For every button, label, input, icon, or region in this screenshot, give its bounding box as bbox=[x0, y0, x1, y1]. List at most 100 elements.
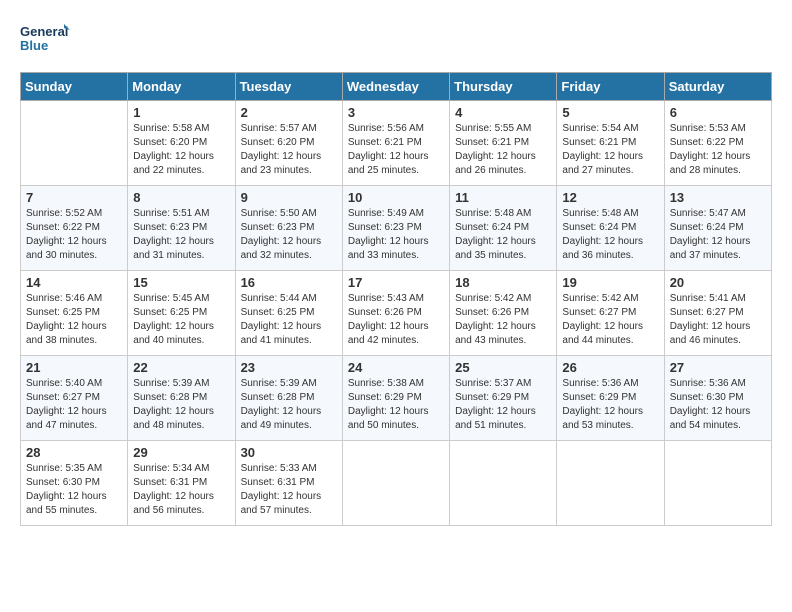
day-number: 2 bbox=[241, 105, 337, 120]
day-cell: 4 Sunrise: 5:55 AM Sunset: 6:21 PM Dayli… bbox=[450, 101, 557, 186]
week-row-4: 21 Sunrise: 5:40 AM Sunset: 6:27 PM Dayl… bbox=[21, 356, 772, 441]
day-number: 3 bbox=[348, 105, 444, 120]
day-cell: 24 Sunrise: 5:38 AM Sunset: 6:29 PM Dayl… bbox=[342, 356, 449, 441]
day-info: Sunrise: 5:39 AM Sunset: 6:28 PM Dayligh… bbox=[241, 377, 337, 433]
day-cell bbox=[21, 101, 128, 186]
day-cell: 15 Sunrise: 5:45 AM Sunset: 6:25 PM Dayl… bbox=[128, 271, 235, 356]
column-header-monday: Monday bbox=[128, 73, 235, 101]
day-cell bbox=[557, 441, 664, 526]
day-number: 6 bbox=[670, 105, 766, 120]
day-number: 1 bbox=[133, 105, 229, 120]
day-info: Sunrise: 5:52 AM Sunset: 6:22 PM Dayligh… bbox=[26, 207, 122, 263]
day-cell: 6 Sunrise: 5:53 AM Sunset: 6:22 PM Dayli… bbox=[664, 101, 771, 186]
day-cell: 28 Sunrise: 5:35 AM Sunset: 6:30 PM Dayl… bbox=[21, 441, 128, 526]
day-number: 12 bbox=[562, 190, 658, 205]
column-header-saturday: Saturday bbox=[664, 73, 771, 101]
week-row-1: 1 Sunrise: 5:58 AM Sunset: 6:20 PM Dayli… bbox=[21, 101, 772, 186]
day-info: Sunrise: 5:53 AM Sunset: 6:22 PM Dayligh… bbox=[670, 122, 766, 178]
header-row: SundayMondayTuesdayWednesdayThursdayFrid… bbox=[21, 73, 772, 101]
day-number: 4 bbox=[455, 105, 551, 120]
calendar-table: SundayMondayTuesdayWednesdayThursdayFrid… bbox=[20, 72, 772, 526]
day-info: Sunrise: 5:42 AM Sunset: 6:26 PM Dayligh… bbox=[455, 292, 551, 348]
day-info: Sunrise: 5:55 AM Sunset: 6:21 PM Dayligh… bbox=[455, 122, 551, 178]
day-cell bbox=[664, 441, 771, 526]
day-number: 9 bbox=[241, 190, 337, 205]
day-cell: 18 Sunrise: 5:42 AM Sunset: 6:26 PM Dayl… bbox=[450, 271, 557, 356]
day-info: Sunrise: 5:41 AM Sunset: 6:27 PM Dayligh… bbox=[670, 292, 766, 348]
day-info: Sunrise: 5:48 AM Sunset: 6:24 PM Dayligh… bbox=[562, 207, 658, 263]
day-info: Sunrise: 5:51 AM Sunset: 6:23 PM Dayligh… bbox=[133, 207, 229, 263]
svg-text:Blue: Blue bbox=[20, 38, 48, 53]
day-cell: 21 Sunrise: 5:40 AM Sunset: 6:27 PM Dayl… bbox=[21, 356, 128, 441]
logo: General Blue bbox=[20, 20, 70, 62]
day-number: 25 bbox=[455, 360, 551, 375]
day-cell: 14 Sunrise: 5:46 AM Sunset: 6:25 PM Dayl… bbox=[21, 271, 128, 356]
day-number: 22 bbox=[133, 360, 229, 375]
day-number: 24 bbox=[348, 360, 444, 375]
day-info: Sunrise: 5:43 AM Sunset: 6:26 PM Dayligh… bbox=[348, 292, 444, 348]
page-header: General Blue bbox=[20, 20, 772, 62]
day-cell: 7 Sunrise: 5:52 AM Sunset: 6:22 PM Dayli… bbox=[21, 186, 128, 271]
day-number: 28 bbox=[26, 445, 122, 460]
day-info: Sunrise: 5:36 AM Sunset: 6:30 PM Dayligh… bbox=[670, 377, 766, 433]
day-info: Sunrise: 5:54 AM Sunset: 6:21 PM Dayligh… bbox=[562, 122, 658, 178]
column-header-wednesday: Wednesday bbox=[342, 73, 449, 101]
day-cell: 12 Sunrise: 5:48 AM Sunset: 6:24 PM Dayl… bbox=[557, 186, 664, 271]
day-cell: 2 Sunrise: 5:57 AM Sunset: 6:20 PM Dayli… bbox=[235, 101, 342, 186]
day-cell: 27 Sunrise: 5:36 AM Sunset: 6:30 PM Dayl… bbox=[664, 356, 771, 441]
day-info: Sunrise: 5:45 AM Sunset: 6:25 PM Dayligh… bbox=[133, 292, 229, 348]
day-cell: 10 Sunrise: 5:49 AM Sunset: 6:23 PM Dayl… bbox=[342, 186, 449, 271]
day-number: 29 bbox=[133, 445, 229, 460]
day-info: Sunrise: 5:37 AM Sunset: 6:29 PM Dayligh… bbox=[455, 377, 551, 433]
day-cell: 9 Sunrise: 5:50 AM Sunset: 6:23 PM Dayli… bbox=[235, 186, 342, 271]
day-info: Sunrise: 5:57 AM Sunset: 6:20 PM Dayligh… bbox=[241, 122, 337, 178]
day-info: Sunrise: 5:48 AM Sunset: 6:24 PM Dayligh… bbox=[455, 207, 551, 263]
day-info: Sunrise: 5:44 AM Sunset: 6:25 PM Dayligh… bbox=[241, 292, 337, 348]
day-number: 7 bbox=[26, 190, 122, 205]
day-number: 14 bbox=[26, 275, 122, 290]
day-cell: 1 Sunrise: 5:58 AM Sunset: 6:20 PM Dayli… bbox=[128, 101, 235, 186]
day-info: Sunrise: 5:46 AM Sunset: 6:25 PM Dayligh… bbox=[26, 292, 122, 348]
day-number: 26 bbox=[562, 360, 658, 375]
day-cell: 5 Sunrise: 5:54 AM Sunset: 6:21 PM Dayli… bbox=[557, 101, 664, 186]
day-info: Sunrise: 5:34 AM Sunset: 6:31 PM Dayligh… bbox=[133, 462, 229, 518]
day-cell: 30 Sunrise: 5:33 AM Sunset: 6:31 PM Dayl… bbox=[235, 441, 342, 526]
column-header-friday: Friday bbox=[557, 73, 664, 101]
day-info: Sunrise: 5:38 AM Sunset: 6:29 PM Dayligh… bbox=[348, 377, 444, 433]
day-info: Sunrise: 5:49 AM Sunset: 6:23 PM Dayligh… bbox=[348, 207, 444, 263]
day-number: 16 bbox=[241, 275, 337, 290]
day-cell bbox=[450, 441, 557, 526]
day-number: 27 bbox=[670, 360, 766, 375]
day-info: Sunrise: 5:47 AM Sunset: 6:24 PM Dayligh… bbox=[670, 207, 766, 263]
week-row-2: 7 Sunrise: 5:52 AM Sunset: 6:22 PM Dayli… bbox=[21, 186, 772, 271]
day-info: Sunrise: 5:58 AM Sunset: 6:20 PM Dayligh… bbox=[133, 122, 229, 178]
day-info: Sunrise: 5:50 AM Sunset: 6:23 PM Dayligh… bbox=[241, 207, 337, 263]
day-number: 8 bbox=[133, 190, 229, 205]
day-info: Sunrise: 5:35 AM Sunset: 6:30 PM Dayligh… bbox=[26, 462, 122, 518]
day-cell: 20 Sunrise: 5:41 AM Sunset: 6:27 PM Dayl… bbox=[664, 271, 771, 356]
day-number: 11 bbox=[455, 190, 551, 205]
day-cell: 3 Sunrise: 5:56 AM Sunset: 6:21 PM Dayli… bbox=[342, 101, 449, 186]
column-header-sunday: Sunday bbox=[21, 73, 128, 101]
day-cell: 13 Sunrise: 5:47 AM Sunset: 6:24 PM Dayl… bbox=[664, 186, 771, 271]
week-row-3: 14 Sunrise: 5:46 AM Sunset: 6:25 PM Dayl… bbox=[21, 271, 772, 356]
day-info: Sunrise: 5:56 AM Sunset: 6:21 PM Dayligh… bbox=[348, 122, 444, 178]
day-info: Sunrise: 5:39 AM Sunset: 6:28 PM Dayligh… bbox=[133, 377, 229, 433]
day-number: 20 bbox=[670, 275, 766, 290]
day-number: 13 bbox=[670, 190, 766, 205]
day-number: 17 bbox=[348, 275, 444, 290]
day-number: 15 bbox=[133, 275, 229, 290]
day-cell: 8 Sunrise: 5:51 AM Sunset: 6:23 PM Dayli… bbox=[128, 186, 235, 271]
day-cell: 26 Sunrise: 5:36 AM Sunset: 6:29 PM Dayl… bbox=[557, 356, 664, 441]
week-row-5: 28 Sunrise: 5:35 AM Sunset: 6:30 PM Dayl… bbox=[21, 441, 772, 526]
day-cell bbox=[342, 441, 449, 526]
day-info: Sunrise: 5:42 AM Sunset: 6:27 PM Dayligh… bbox=[562, 292, 658, 348]
day-cell: 25 Sunrise: 5:37 AM Sunset: 6:29 PM Dayl… bbox=[450, 356, 557, 441]
logo-svg: General Blue bbox=[20, 20, 70, 58]
day-number: 23 bbox=[241, 360, 337, 375]
day-cell: 11 Sunrise: 5:48 AM Sunset: 6:24 PM Dayl… bbox=[450, 186, 557, 271]
calendar-body: 1 Sunrise: 5:58 AM Sunset: 6:20 PM Dayli… bbox=[21, 101, 772, 526]
day-cell: 16 Sunrise: 5:44 AM Sunset: 6:25 PM Dayl… bbox=[235, 271, 342, 356]
column-header-thursday: Thursday bbox=[450, 73, 557, 101]
day-info: Sunrise: 5:40 AM Sunset: 6:27 PM Dayligh… bbox=[26, 377, 122, 433]
